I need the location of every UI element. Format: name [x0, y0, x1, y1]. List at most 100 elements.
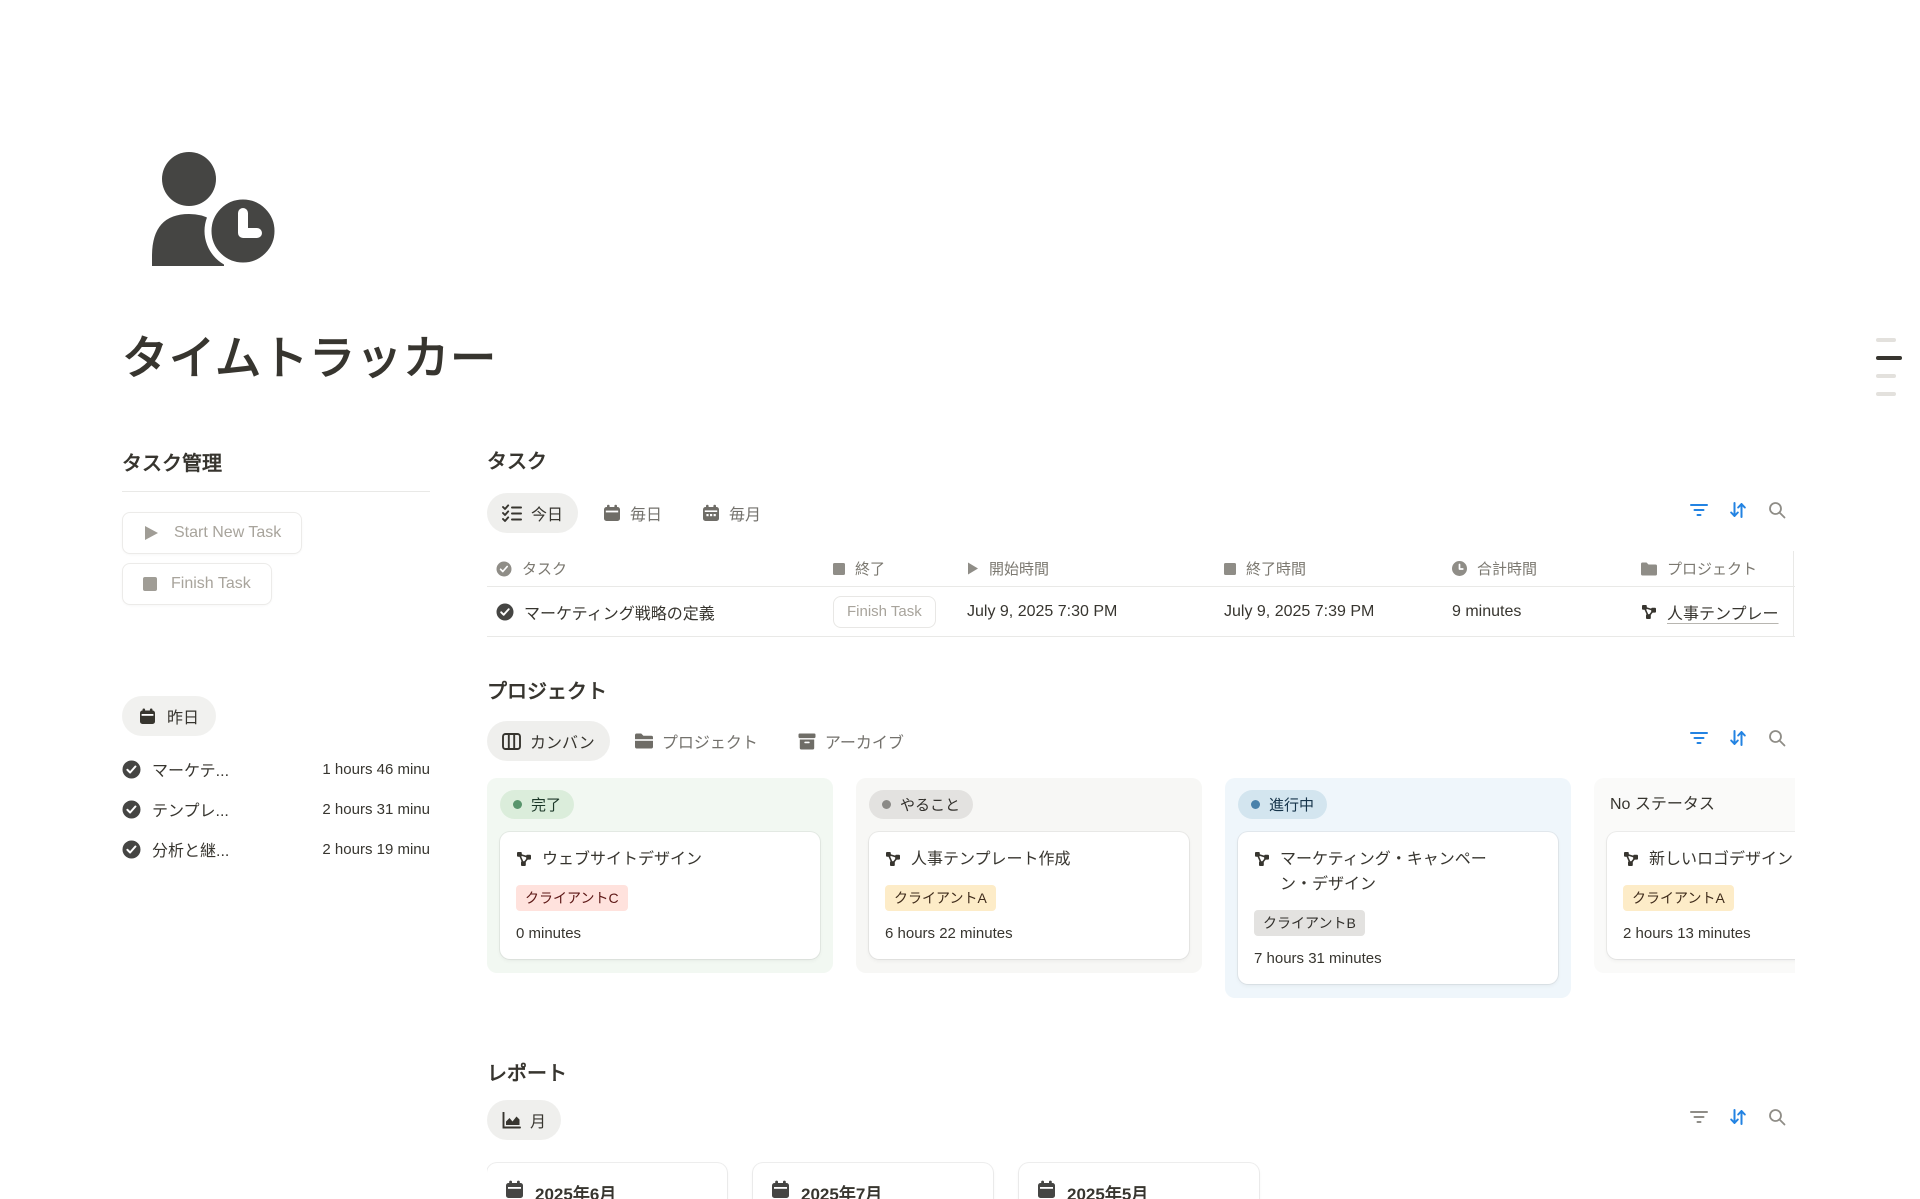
- relation-icon: [1623, 851, 1639, 872]
- filter-icon[interactable]: [1688, 499, 1710, 521]
- finish-task-row-button[interactable]: Finish Task: [833, 596, 936, 628]
- column-label: タスク: [522, 558, 567, 579]
- check-circle-icon: [122, 840, 141, 859]
- calendar-icon: [139, 708, 156, 725]
- start-new-task-button[interactable]: Start New Task: [122, 512, 302, 554]
- kanban-board: 完了 ウェブサイトデザイン クライアントC 0 minutes やること: [487, 778, 1795, 998]
- finish-cell: Finish Task: [824, 596, 958, 628]
- report-card[interactable]: 2025年6月: [487, 1163, 727, 1199]
- calendar-icon: [505, 1180, 524, 1199]
- card-time: 7 hours 31 minutes: [1254, 950, 1542, 967]
- status-badge[interactable]: 完了: [500, 790, 574, 819]
- column-label: 合計時間: [1477, 558, 1537, 579]
- task-time: 1 hours 46 minu: [322, 761, 430, 778]
- project-card[interactable]: ウェブサイトデザイン クライアントC 0 minutes: [500, 832, 820, 959]
- tab-today-label: 今日: [531, 501, 563, 525]
- clock-icon: [1452, 561, 1467, 576]
- tasks-view-controls: [1688, 499, 1788, 521]
- reports-heading: レポート: [487, 1057, 567, 1086]
- check-circle-icon: [496, 561, 512, 577]
- column-header-end[interactable]: 終了時間: [1215, 558, 1443, 579]
- list-item[interactable]: テンプレ... 2 hours 31 minu: [122, 789, 430, 829]
- time-tracker-page: タイムトラッカー タスク管理 Start New Task Finish Tas…: [0, 0, 1920, 1199]
- status-badge[interactable]: やること: [869, 790, 973, 819]
- user-clock-icon: [147, 152, 287, 266]
- table-right-divider: [1793, 551, 1794, 636]
- outline-line: [1876, 374, 1896, 378]
- stop-icon: [1224, 563, 1236, 575]
- task-label: マーケテ...: [152, 757, 229, 781]
- tab-daily-label: 毎日: [630, 501, 662, 525]
- search-icon[interactable]: [1766, 499, 1788, 521]
- folder-icon: [1641, 562, 1657, 576]
- end-time-cell[interactable]: July 9, 2025 7:39 PM: [1215, 603, 1443, 621]
- check-circle-icon: [122, 760, 141, 779]
- list-item[interactable]: マーケテ... 1 hours 46 minu: [122, 749, 430, 789]
- archive-icon: [798, 733, 816, 750]
- tab-kanban[interactable]: カンバン: [487, 721, 610, 761]
- card-title: ウェブサイトデザイン: [542, 847, 702, 872]
- column-header-task[interactable]: タスク: [487, 558, 824, 579]
- kanban-column-no-status: No ステータス 新しいロゴデザイン クライアントA 2 hours 13 mi…: [1594, 778, 1795, 973]
- tab-archive-label: アーカイブ: [825, 729, 904, 753]
- yesterday-toggle[interactable]: 昨日: [122, 696, 216, 736]
- column-header-finish[interactable]: 終了: [824, 558, 958, 579]
- column-label: 終了: [855, 558, 885, 579]
- card-time: 0 minutes: [516, 925, 804, 942]
- card-time: 6 hours 22 minutes: [885, 925, 1173, 942]
- project-card[interactable]: マーケティング・キャンペーン・デザイン クライアントB 7 hours 31 m…: [1238, 832, 1558, 984]
- tab-archive[interactable]: アーカイブ: [783, 721, 919, 761]
- finish-task-button[interactable]: Finish Task: [122, 563, 272, 605]
- client-tag: クライアントA: [1623, 885, 1734, 911]
- total-time-cell[interactable]: 9 minutes: [1443, 603, 1632, 621]
- table-header-row: タスク 終了 開始時間 終了時間 合計時間: [487, 551, 1795, 587]
- finish-task-label: Finish Task: [171, 575, 251, 593]
- list-item[interactable]: 分析と継... 2 hours 19 minu: [122, 829, 430, 869]
- card-title: 新しいロゴデザイン: [1649, 847, 1793, 872]
- tab-monthly[interactable]: 毎月: [687, 493, 776, 533]
- project-card[interactable]: 新しいロゴデザイン クライアントA 2 hours 13 minutes: [1607, 832, 1795, 959]
- project-link[interactable]: 人事テンプレー: [1667, 600, 1779, 624]
- outline-line: [1876, 392, 1896, 396]
- start-time-cell[interactable]: July 9, 2025 7:30 PM: [958, 603, 1215, 621]
- report-card-title: 2025年7月: [801, 1180, 882, 1199]
- sort-icon[interactable]: [1727, 727, 1749, 749]
- filter-icon[interactable]: [1688, 727, 1710, 749]
- table-row[interactable]: マーケティング戦略の定義 Finish Task July 9, 2025 7:…: [487, 587, 1795, 637]
- tab-month[interactable]: 月: [487, 1100, 561, 1140]
- outline-indicator[interactable]: [1876, 338, 1902, 396]
- search-icon[interactable]: [1766, 1106, 1788, 1128]
- task-time: 2 hours 31 minu: [322, 801, 430, 818]
- card-title: マーケティング・キャンペーン・デザイン: [1280, 847, 1498, 897]
- tab-projects[interactable]: プロジェクト: [620, 721, 773, 761]
- column-header-total[interactable]: 合計時間: [1443, 558, 1632, 579]
- status-badge[interactable]: 進行中: [1238, 790, 1327, 819]
- tab-today[interactable]: 今日: [487, 493, 578, 533]
- filter-icon[interactable]: [1688, 1106, 1710, 1128]
- task-label: テンプレ...: [152, 797, 229, 821]
- tasks-view-tabs: 今日 毎日: [487, 493, 776, 533]
- column-header-start[interactable]: 開始時間: [958, 558, 1215, 579]
- report-card-row: 2025年6月 2025年7月 2025年5月: [487, 1163, 1259, 1199]
- tab-daily[interactable]: 毎日: [588, 493, 677, 533]
- task-management-heading: タスク管理: [122, 437, 430, 492]
- report-card-title: 2025年6月: [535, 1180, 616, 1199]
- projects-view-tabs: カンバン プロジェクト アーカイブ: [487, 721, 919, 761]
- report-card[interactable]: 2025年5月: [1019, 1163, 1259, 1199]
- search-icon[interactable]: [1766, 727, 1788, 749]
- main-content: タスク 今日: [487, 437, 1795, 1199]
- column-header-project[interactable]: プロジェクト: [1632, 558, 1795, 579]
- relation-icon: [885, 851, 901, 872]
- client-tag: クライアントB: [1254, 910, 1365, 936]
- calendar-month-icon: [702, 504, 720, 522]
- check-circle-icon: [496, 603, 514, 621]
- status-label[interactable]: No ステータス: [1607, 790, 1795, 819]
- report-card[interactable]: 2025年7月: [753, 1163, 993, 1199]
- task-cell[interactable]: マーケティング戦略の定義: [487, 600, 824, 624]
- column-label: 開始時間: [989, 558, 1049, 579]
- task-time: 2 hours 19 minu: [322, 841, 430, 858]
- sort-icon[interactable]: [1727, 499, 1749, 521]
- sort-icon[interactable]: [1727, 1106, 1749, 1128]
- project-card[interactable]: 人事テンプレート作成 クライアントA 6 hours 22 minutes: [869, 832, 1189, 959]
- project-cell[interactable]: 人事テンプレー: [1632, 600, 1795, 624]
